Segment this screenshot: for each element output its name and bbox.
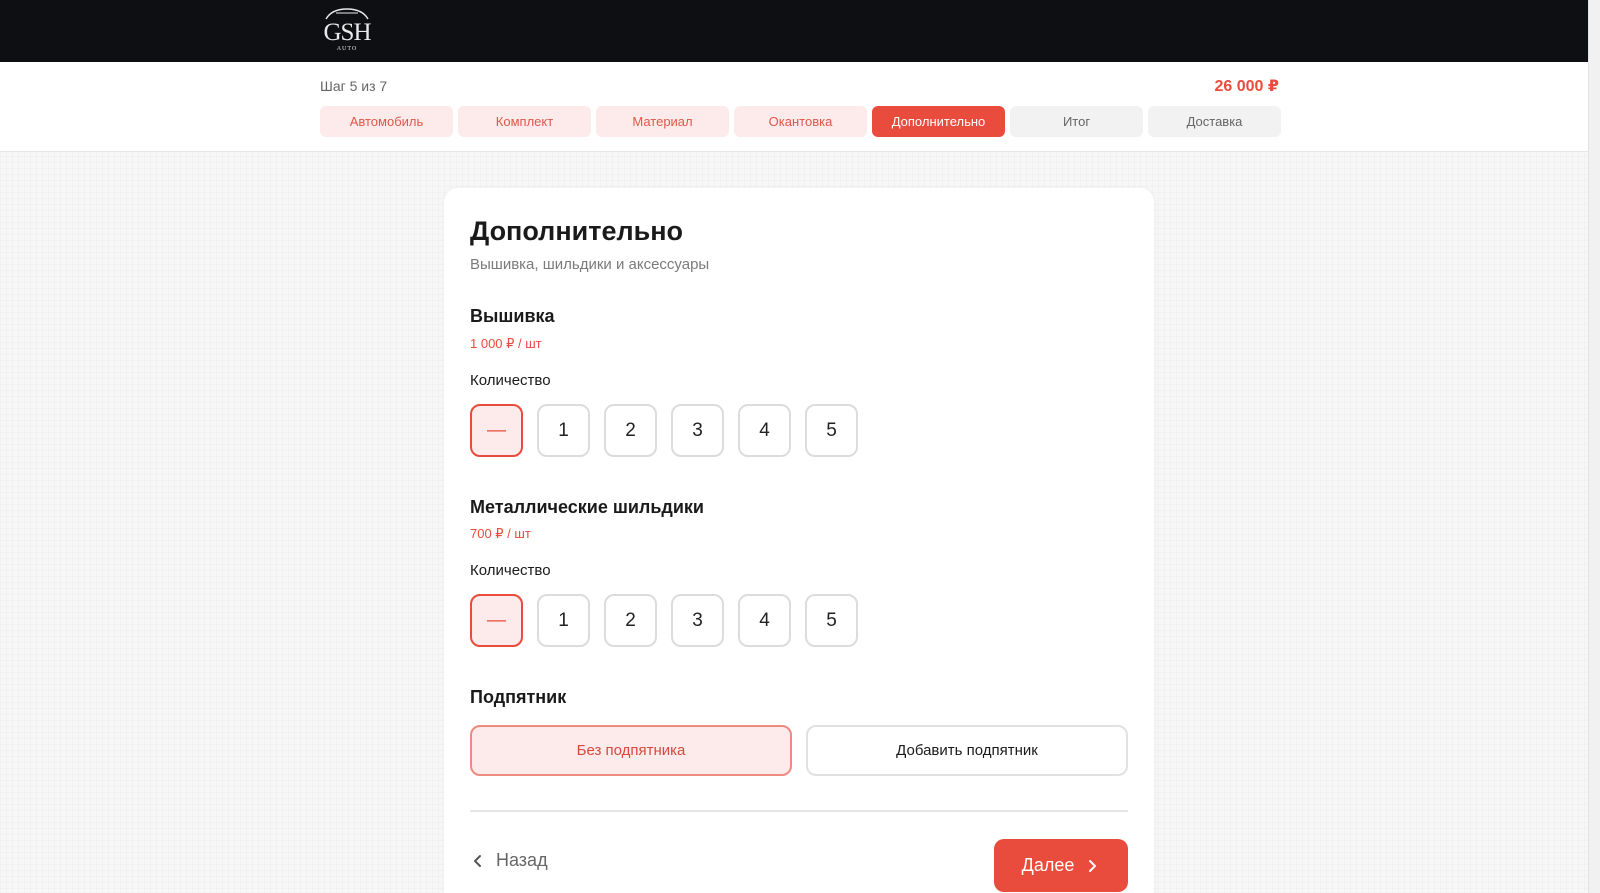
logo-letters: GSH xyxy=(323,19,371,46)
embroidery-qty-none[interactable]: — xyxy=(470,404,523,457)
tab-additional[interactable]: Дополнительно xyxy=(872,106,1005,137)
options-card: Дополнительно Вышивка, шильдики и аксесс… xyxy=(444,188,1154,893)
page-title: Дополнительно xyxy=(470,216,684,246)
embroidery-qty-options: — 1 2 3 4 5 xyxy=(470,404,858,457)
badges-qty-1[interactable]: 1 xyxy=(537,594,590,647)
page-subtitle: Вышивка, шильдики и аксессуары xyxy=(470,256,710,273)
steps-bar: Шаг 5 из 7 26 000 ₽ Автомобиль Комплект … xyxy=(0,62,1588,152)
tab-delivery[interactable]: Доставка xyxy=(1148,106,1281,137)
tab-edging[interactable]: Окантовка xyxy=(734,106,867,137)
badges-qty-label: Количество xyxy=(470,562,551,579)
chevron-right-icon xyxy=(1089,859,1097,872)
tab-material[interactable]: Материал xyxy=(596,106,729,137)
chevron-left-icon xyxy=(474,854,481,867)
badges-title: Металлические шильдики xyxy=(470,497,704,517)
embroidery-qty-1[interactable]: 1 xyxy=(537,404,590,457)
badges-qty-options: — 1 2 3 4 5 xyxy=(470,594,858,647)
tab-set[interactable]: Комплект xyxy=(458,106,591,137)
embroidery-qty-5[interactable]: 5 xyxy=(805,404,858,457)
back-label: Назад xyxy=(496,850,548,870)
step-tabs: Автомобиль Комплект Материал Окантовка Д… xyxy=(320,106,1281,137)
embroidery-qty-2[interactable]: 2 xyxy=(604,404,657,457)
embroidery-qty-4[interactable]: 4 xyxy=(738,404,791,457)
embroidery-qty-3[interactable]: 3 xyxy=(671,404,724,457)
mat-options: Без подпятника Добавить подпятник xyxy=(470,725,1128,776)
embroidery-price: 1 000 ₽ / шт xyxy=(470,336,542,351)
badges-qty-4[interactable]: 4 xyxy=(738,594,791,647)
add-mat-option[interactable]: Добавить подпятник xyxy=(806,725,1128,776)
badges-qty-3[interactable]: 3 xyxy=(671,594,724,647)
badges-qty-5[interactable]: 5 xyxy=(805,594,858,647)
brand-logo[interactable]: GSH AUTO xyxy=(318,6,376,56)
badges-qty-none[interactable]: — xyxy=(470,594,523,647)
embroidery-title: Вышивка xyxy=(470,306,555,326)
embroidery-qty-label: Количество xyxy=(470,372,551,389)
mat-title: Подпятник xyxy=(470,687,567,707)
back-button[interactable]: Назад xyxy=(470,850,548,871)
tab-car[interactable]: Автомобиль xyxy=(320,106,453,137)
top-header: GSH AUTO xyxy=(0,0,1600,62)
next-button[interactable]: Далее xyxy=(994,839,1128,892)
badges-qty-2[interactable]: 2 xyxy=(604,594,657,647)
step-counter: Шаг 5 из 7 xyxy=(320,78,388,94)
total-price: 26 000 ₽ xyxy=(1214,78,1279,95)
page-scrollbar[interactable] xyxy=(1588,0,1600,893)
logo-subtext: AUTO xyxy=(336,46,358,52)
no-mat-option[interactable]: Без подпятника xyxy=(470,725,792,776)
tab-summary[interactable]: Итог xyxy=(1010,106,1143,137)
divider xyxy=(470,810,1128,812)
badges-price: 700 ₽ / шт xyxy=(470,526,531,541)
next-label: Далее xyxy=(1021,855,1075,875)
